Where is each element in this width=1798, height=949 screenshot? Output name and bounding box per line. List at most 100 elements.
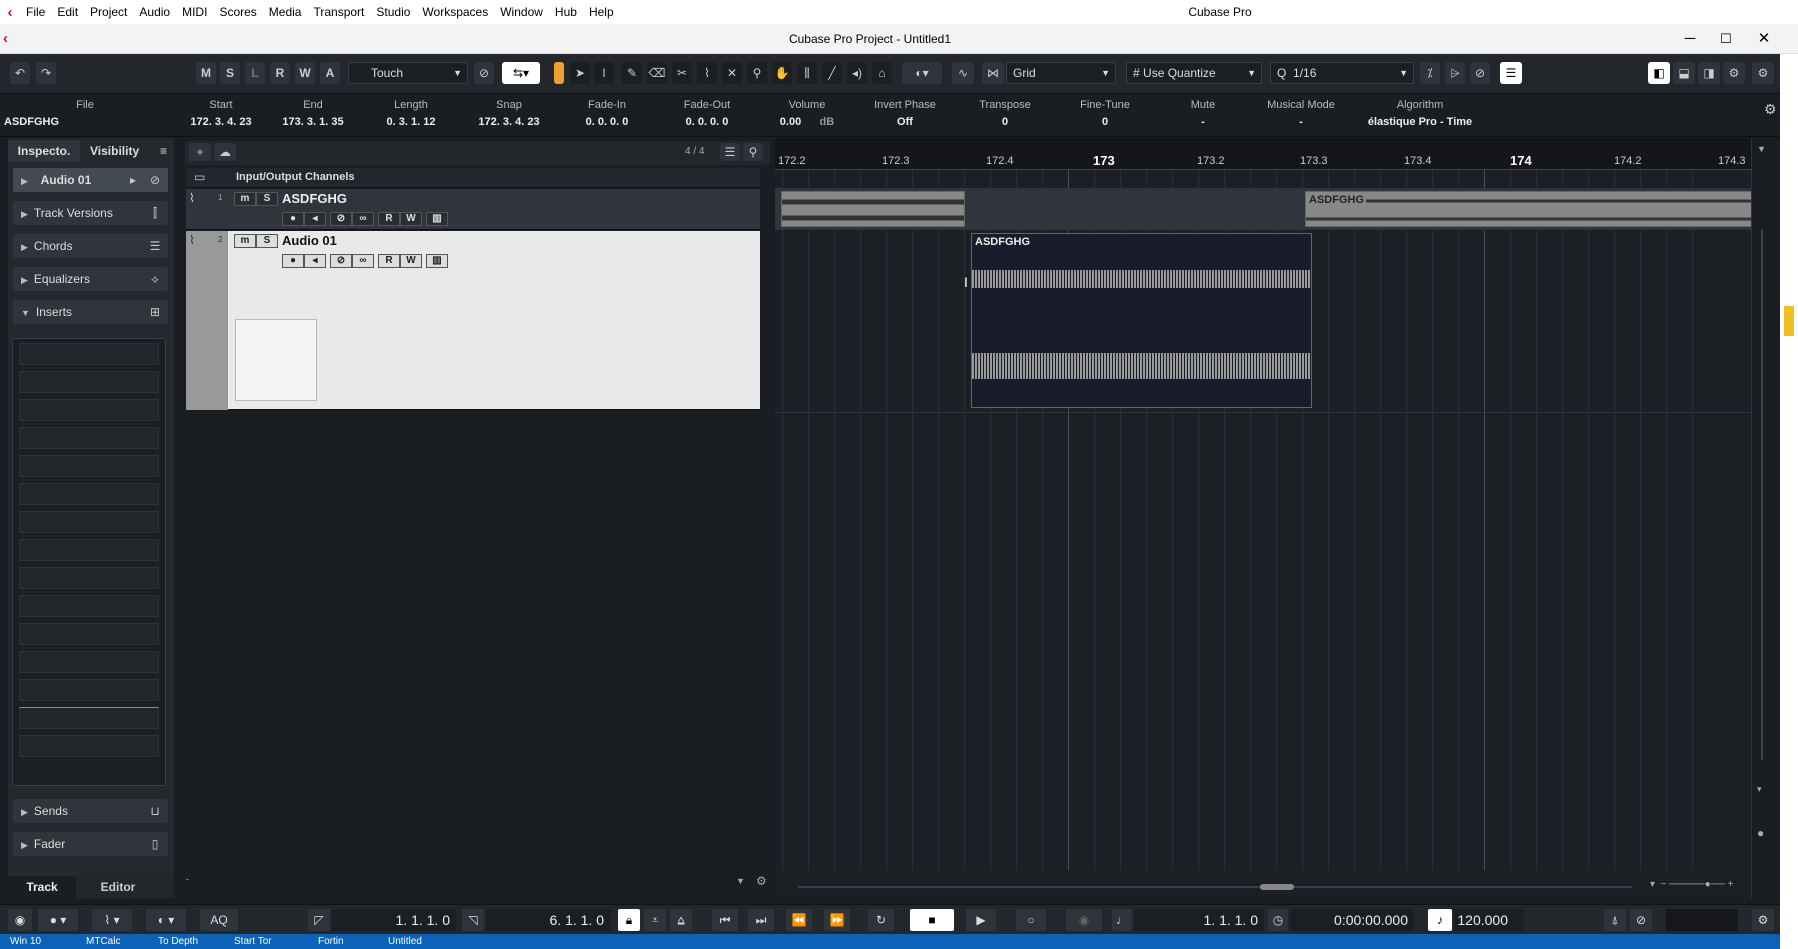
drag-mode-icon[interactable]: ⇆▾ <box>502 62 540 84</box>
grid-type-select[interactable]: # Use Quantize ▼ <box>1126 62 1262 84</box>
left-locator-icon[interactable]: ◸ <box>308 909 330 931</box>
info-mute[interactable]: Mute - <box>1158 99 1248 128</box>
track-name[interactable]: ASDFGHG <box>282 191 347 206</box>
horizontal-zoom[interactable]: ▾ − ─────●── + <box>1650 879 1750 895</box>
chevron-down-icon[interactable]: ▼ <box>1757 144 1766 154</box>
track-list-view-icon[interactable]: ☰ <box>720 143 740 161</box>
insert-slot[interactable] <box>19 511 159 533</box>
insert-slot[interactable] <box>19 343 159 365</box>
info-start[interactable]: Start 172. 3. 4. 23 <box>176 99 266 128</box>
menu-workspaces[interactable]: Workspaces <box>416 0 494 24</box>
section-inserts[interactable]: ▼ Inserts ⊞ <box>13 300 168 324</box>
insert-slot[interactable] <box>19 371 159 393</box>
auto-quantize-button[interactable]: AQ <box>200 909 238 931</box>
track-row-selected[interactable]: ⌇ 2 m S Audio 01 ● ◂ ⊘ ∞ R W ▥ <box>186 231 760 410</box>
chevron-down-icon[interactable]: ▼ <box>736 876 745 886</box>
redo-icon[interactable]: ↷ <box>36 62 56 84</box>
punch-in-icon[interactable]: ⩡ <box>644 909 666 931</box>
track-row[interactable]: ⌇ 1 m S ASDFGHG ● ◂ ⊘ ∞ R W ▥ <box>186 189 760 230</box>
menu-edit[interactable]: Edit <box>51 0 84 24</box>
insert-slot[interactable] <box>19 567 159 589</box>
toolbar-settings-icon[interactable]: ⚙ <box>1752 62 1774 84</box>
ruler[interactable]: 172.2 172.3 172.4 173 173.2 173.3 173.4 … <box>775 138 1751 170</box>
object-select-tool-icon[interactable]: ➤ <box>570 62 590 84</box>
menu-scores[interactable]: Scores <box>213 0 262 24</box>
tab-track[interactable]: Track <box>8 876 76 898</box>
folder-track-name[interactable]: Input/Output Channels <box>236 171 355 183</box>
edit-channel-icon[interactable]: ⊘ <box>330 254 352 268</box>
cycle-icon[interactable]: ↻ <box>868 909 894 931</box>
primary-position-value[interactable]: 1. 1. 1. 0 <box>1134 909 1264 931</box>
infoline-settings-icon[interactable]: ⚙ <box>1764 101 1777 118</box>
write-state-button[interactable]: W <box>295 62 315 84</box>
track-solo-button[interactable]: S <box>256 192 278 206</box>
tempo-track-icon[interactable]: ♪ <box>1428 909 1452 931</box>
minimize-button[interactable]: ─ <box>1672 24 1708 54</box>
section-fader[interactable]: ▶ Fader ▯ <box>13 832 168 856</box>
info-transpose[interactable]: Transpose 0 <box>960 99 1050 128</box>
color-menu-icon[interactable]: ◐▾ <box>902 62 942 84</box>
info-fade-in[interactable]: Fade-In 0. 0. 0. 0 <box>562 99 652 128</box>
audio-event[interactable]: ASDFGHG <box>1305 191 1753 227</box>
zoom-track[interactable] <box>1761 230 1763 760</box>
color-tool-icon[interactable]: ⌂ <box>872 62 892 84</box>
info-length[interactable]: Length 0. 3. 1. 12 <box>366 99 456 128</box>
maximize-button[interactable]: ☐ <box>1708 24 1744 54</box>
auto-scroll-icon[interactable]: ∿ <box>952 62 974 84</box>
left-zone-icon[interactable]: ◧ <box>1648 62 1670 84</box>
track-lanes-icon[interactable]: ▥ <box>426 212 448 226</box>
vertical-zoom-bar[interactable]: ▼ ▾ ● <box>1751 138 1773 898</box>
info-fine-tune[interactable]: Fine-Tune 0 <box>1060 99 1150 128</box>
hand-tool-icon[interactable]: ✋ <box>772 62 792 84</box>
menu-window[interactable]: Window <box>494 0 549 24</box>
audio-event-selected[interactable]: ASDFGHG <box>971 233 1312 408</box>
tracklist-settings-icon[interactable]: ⚙ <box>756 874 767 888</box>
section-chords[interactable]: ▶ Chords ☰ <box>13 234 168 258</box>
info-musical-mode[interactable]: Musical Mode - <box>1256 99 1346 128</box>
auto-button[interactable]: A <box>320 62 340 84</box>
rewind-icon[interactable]: ⏪ <box>786 909 812 931</box>
activity-icon[interactable]: ◉ <box>8 909 32 931</box>
range-tool-icon[interactable]: I <box>594 62 614 84</box>
lock-icon[interactable]: 🔒︎ <box>618 909 640 931</box>
right-zone-icon[interactable]: ◨ <box>1698 62 1720 84</box>
inspector-track-header[interactable]: ▶ Audio 01 ▸ ⊘ <box>13 168 168 192</box>
snap-type-select[interactable]: Grid ▼ <box>1006 62 1116 84</box>
menu-transport[interactable]: Transport <box>307 0 370 24</box>
track-name[interactable]: Audio 01 <box>282 233 337 248</box>
quantize-panel-icon[interactable]: ☰ <box>1500 62 1522 84</box>
info-algorithm[interactable]: Algorithm élastique Pro - Time <box>1350 99 1490 128</box>
mute-state-button[interactable]: M <box>196 62 216 84</box>
quantize-select[interactable]: Q 1/16 ▼ <box>1270 62 1414 84</box>
comp-tool-icon[interactable]: ⫼ <box>797 62 817 84</box>
solo-state-button[interactable]: S <box>220 62 240 84</box>
track-picture[interactable] <box>235 319 317 401</box>
automation-read-button[interactable]: R <box>378 254 400 268</box>
section-sends[interactable]: ▶ Sends ⊔ <box>13 799 168 823</box>
split-tool-icon[interactable]: ✂ <box>672 62 692 84</box>
add-track-icon[interactable]: + <box>189 143 211 161</box>
insert-slot[interactable] <box>19 427 159 449</box>
record-mode-icon[interactable]: ● ▾ <box>38 909 78 931</box>
zoom-tool-icon[interactable]: ⚲ <box>747 62 767 84</box>
metronome-icon[interactable]: ⍋ <box>1604 909 1626 931</box>
info-file-value[interactable]: ASDFGHG <box>4 116 59 128</box>
go-to-end-icon[interactable]: ⏭ <box>748 909 774 931</box>
close-button[interactable]: ✕ <box>1746 24 1782 54</box>
insert-slot[interactable] <box>19 707 159 729</box>
listen-state-button[interactable]: L <box>245 62 265 84</box>
setup-window-icon[interactable]: ⚙ <box>1723 62 1745 84</box>
insert-slot[interactable] <box>19 399 159 421</box>
zoom-out-icon[interactable]: ▾ <box>1757 784 1762 795</box>
quantize-reset-icon[interactable]: ⊘ <box>1470 62 1490 84</box>
track-lanes-icon[interactable]: ▥ <box>426 254 448 268</box>
audio-performance-icon[interactable]: ⌇ ▾ <box>92 909 132 931</box>
record-enable-icon[interactable]: ● <box>282 254 304 268</box>
go-to-start-icon[interactable]: ⏮ <box>712 909 738 931</box>
play-icon[interactable]: ▶ <box>966 909 996 931</box>
section-equalizers[interactable]: ▶ Equalizers ⟡ <box>13 267 168 291</box>
edit-channel-icon[interactable]: ⊘ <box>146 171 164 189</box>
folder-track-row[interactable]: ▭ Input/Output Channels <box>186 168 760 188</box>
punch-icon[interactable]: ◐ ▾ <box>146 909 186 931</box>
automation-write-button[interactable]: W <box>400 254 422 268</box>
